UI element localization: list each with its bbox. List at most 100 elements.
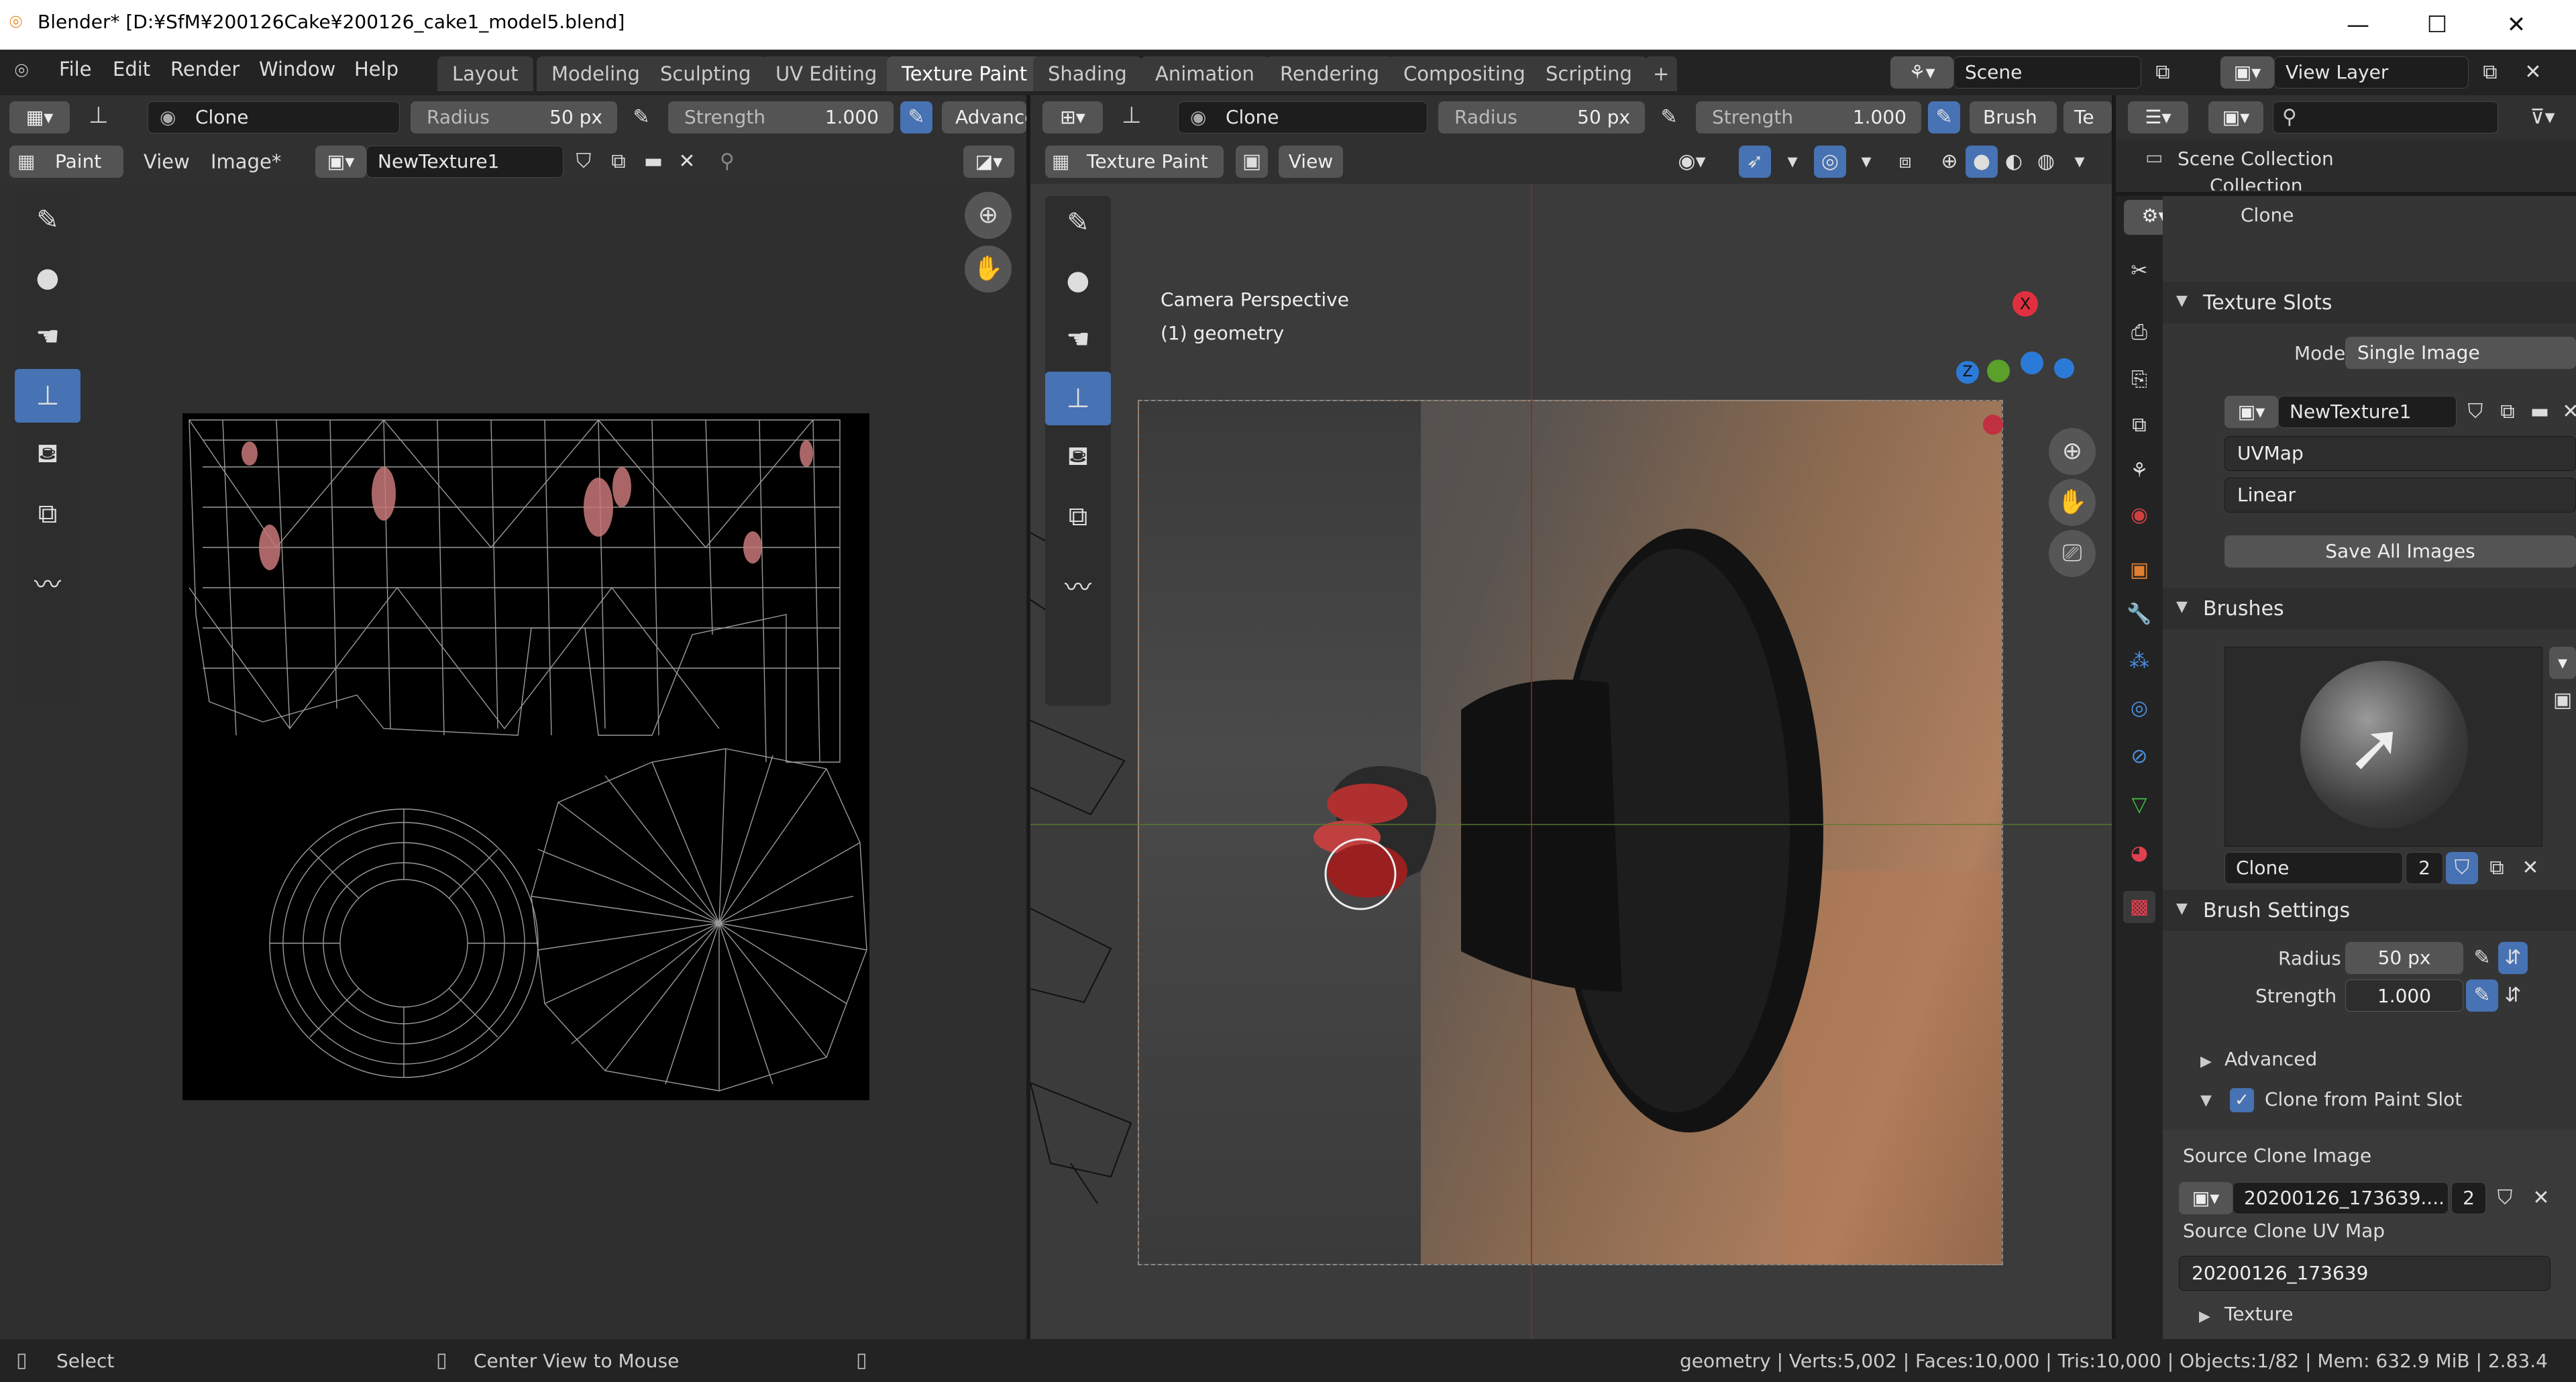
fake-user-shield-icon[interactable]: ⛉ [2446, 852, 2478, 884]
view-layer-selector-icon[interactable]: ▣▾ [2220, 56, 2274, 89]
tab-layout[interactable]: Layout [437, 56, 533, 91]
pressure-strength-icon[interactable]: ✎ [1928, 101, 1960, 134]
clone-image-browse-icon[interactable]: ▣▾ [2179, 1182, 2233, 1214]
pressure-strength-icon[interactable]: ✎ [2466, 979, 2498, 1012]
unlink-image-icon[interactable]: ✕ [671, 146, 703, 178]
minimize-button[interactable]: — [2321, 5, 2395, 44]
tab-scripting[interactable]: Scripting [1531, 56, 1647, 91]
overlays-dropdown-icon[interactable]: ▾ [1850, 146, 1882, 178]
solid-shading-icon[interactable]: ● [1966, 146, 1998, 178]
mode-dropdown[interactable]: Single Image [2345, 337, 2576, 369]
unlink-brush-icon[interactable]: ✕ [2514, 852, 2546, 884]
brush-menu[interactable]: Brush [1970, 101, 2057, 134]
tab-rendering[interactable]: Rendering [1265, 56, 1395, 91]
interpolation-dropdown[interactable]: Linear [2224, 478, 2576, 513]
fake-user-shield-icon[interactable]: ⛉ [568, 146, 600, 178]
scene-name-field[interactable]: Scene [1953, 56, 2141, 89]
hand-icon[interactable]: ✋ [965, 246, 1012, 293]
tab-sculpting[interactable]: Sculpting [645, 56, 766, 91]
texture-subpanel[interactable]: Texture [2224, 1303, 2294, 1325]
tab-animation[interactable]: Animation [1140, 56, 1269, 91]
x-axis-gizmo[interactable]: X [2012, 291, 2038, 317]
display-mode-icon[interactable]: ▣▾ [2208, 101, 2263, 134]
menu-view[interactable]: View [144, 150, 190, 173]
advanced-subpanel[interactable]: Advanced [2224, 1048, 2317, 1070]
radius-field[interactable]: 50 px [2345, 942, 2463, 974]
menu-window[interactable]: Window [259, 58, 335, 81]
rendered-shading-icon[interactable]: ◍ [2030, 146, 2062, 178]
brush-users-count[interactable]: 2 [2406, 852, 2443, 884]
editor-type-icon[interactable]: ▦▾ [9, 101, 70, 134]
duplicate-image-icon[interactable]: ⧉ [602, 146, 635, 178]
uvmap-dropdown[interactable]: UVMap [2224, 436, 2576, 471]
tool-tab-icon[interactable]: ✂ [2123, 255, 2155, 287]
filter-icon[interactable]: ⊽▾ [2514, 101, 2571, 134]
smear-icon[interactable]: ☚ [1045, 313, 1111, 366]
gizmo-icon[interactable]: ➶ [1739, 146, 1771, 178]
unified-radius-icon[interactable]: ⇵ [2498, 942, 2528, 974]
y-axis-gizmo[interactable] [1987, 360, 2010, 382]
menu-image[interactable]: Image* [211, 150, 281, 173]
clone-stamp-icon[interactable]: ⊥ [15, 369, 80, 423]
tab-modeling[interactable]: Modeling [537, 56, 655, 91]
texture-paint-mode-dropdown[interactable]: Texture Paint [1045, 146, 1224, 178]
remove-view-layer-icon[interactable]: ✕ [2517, 56, 2549, 89]
unified-strength-icon[interactable]: ⇵ [2498, 979, 2528, 1012]
image-name-field[interactable]: NewTexture1 [366, 146, 564, 178]
clone-image-field[interactable]: 20200126_173639.... [2233, 1182, 2449, 1214]
brush-preview[interactable]: ➚ [2224, 647, 2542, 847]
tab-compositing[interactable]: Compositing [1389, 56, 1540, 91]
duplicate-brush-icon[interactable]: ⧉ [2481, 852, 2513, 884]
xray-icon[interactable]: ⧈ [1889, 146, 1921, 178]
pressure-radius-icon[interactable]: ✎ [2466, 942, 2498, 974]
advanced-dropdown[interactable]: Advanced [942, 101, 1026, 134]
mask-mode-icon[interactable]: ▣ [1236, 146, 1268, 178]
hand-icon[interactable]: ✋ [2049, 479, 2096, 526]
scene-collection-item[interactable]: Scene Collection [2178, 148, 2334, 170]
scene-selector-icon[interactable]: ⚘▾ [1890, 56, 1953, 89]
outliner-search-field[interactable] [2273, 101, 2498, 134]
view-axis-gizmo[interactable] [2054, 358, 2074, 378]
annotate-icon[interactable]: 〰 [1045, 558, 1111, 612]
camera-icon[interactable]: ⎚ [2049, 530, 2096, 577]
pin-icon[interactable]: ⚲ [711, 146, 743, 178]
viewport-strength-field[interactable]: Strength 1.000 [1696, 101, 1921, 134]
new-view-layer-icon[interactable]: ⧉ [2474, 56, 2506, 89]
collection-item[interactable]: Collection [2210, 174, 2303, 191]
open-image-icon[interactable]: ▬ [637, 146, 669, 178]
constraints-tab-icon[interactable]: ⊘ [2123, 741, 2155, 773]
viewport-radius-field[interactable]: Radius 50 px [1438, 101, 1645, 134]
tab-texture-paint[interactable]: Texture Paint [887, 56, 1042, 91]
add-workspace-button[interactable]: + [1645, 56, 1678, 91]
menu-render[interactable]: Render [170, 58, 239, 81]
draw-brush-icon[interactable]: ✎ [1045, 196, 1111, 250]
overlays-icon[interactable]: ◎ [1814, 146, 1846, 178]
viewport-brush-field[interactable]: Clone [1178, 101, 1428, 134]
wireframe-shading-icon[interactable]: ⊕ [1933, 146, 1966, 178]
navigation-gizmo[interactable]: X Z [1956, 291, 2077, 435]
viewport-editor-type-icon[interactable]: ⊞▾ [1042, 101, 1103, 134]
brush-name-field[interactable]: Clone [2224, 852, 2403, 884]
pressure-radius-icon[interactable]: ✎ [1653, 101, 1685, 134]
new-scene-icon[interactable]: ⧉ [2147, 56, 2179, 89]
mask-icon[interactable]: ⧉ [15, 487, 80, 541]
clone-uv-dropdown[interactable]: 20200126_173639 [2179, 1256, 2551, 1291]
unlink-clone-image-icon[interactable]: ✕ [2525, 1182, 2557, 1214]
clone-stamp-icon[interactable]: ⊥ [1045, 372, 1111, 425]
fill-icon[interactable]: ⛾ [15, 428, 80, 482]
soften-drop-icon[interactable]: ● [1045, 254, 1111, 307]
save-all-images-button[interactable]: Save All Images [2224, 535, 2576, 568]
world-tab-icon[interactable]: ◉ [2123, 499, 2155, 531]
object-tab-icon[interactable]: ▣ [2123, 554, 2155, 586]
zoom-icon[interactable]: ⊕ [2049, 428, 2096, 475]
gizmo-dropdown-icon[interactable]: ▾ [1776, 146, 1809, 178]
open-image-icon[interactable]: ▬ [2524, 396, 2556, 428]
pressure-radius-icon[interactable]: ✎ [625, 101, 657, 134]
maximize-button[interactable]: ☐ [2400, 5, 2474, 44]
fake-user-shield-icon[interactable]: ⛉ [2459, 396, 2491, 428]
texture-tab-icon[interactable]: ▩ [2123, 891, 2155, 923]
brushes-header[interactable]: ▼ Brushes [2163, 588, 2576, 629]
material-shading-icon[interactable]: ◐ [1998, 146, 2030, 178]
neg-x-axis-gizmo[interactable] [1983, 415, 2003, 435]
material-tab-icon[interactable]: ◕ [2123, 837, 2155, 869]
